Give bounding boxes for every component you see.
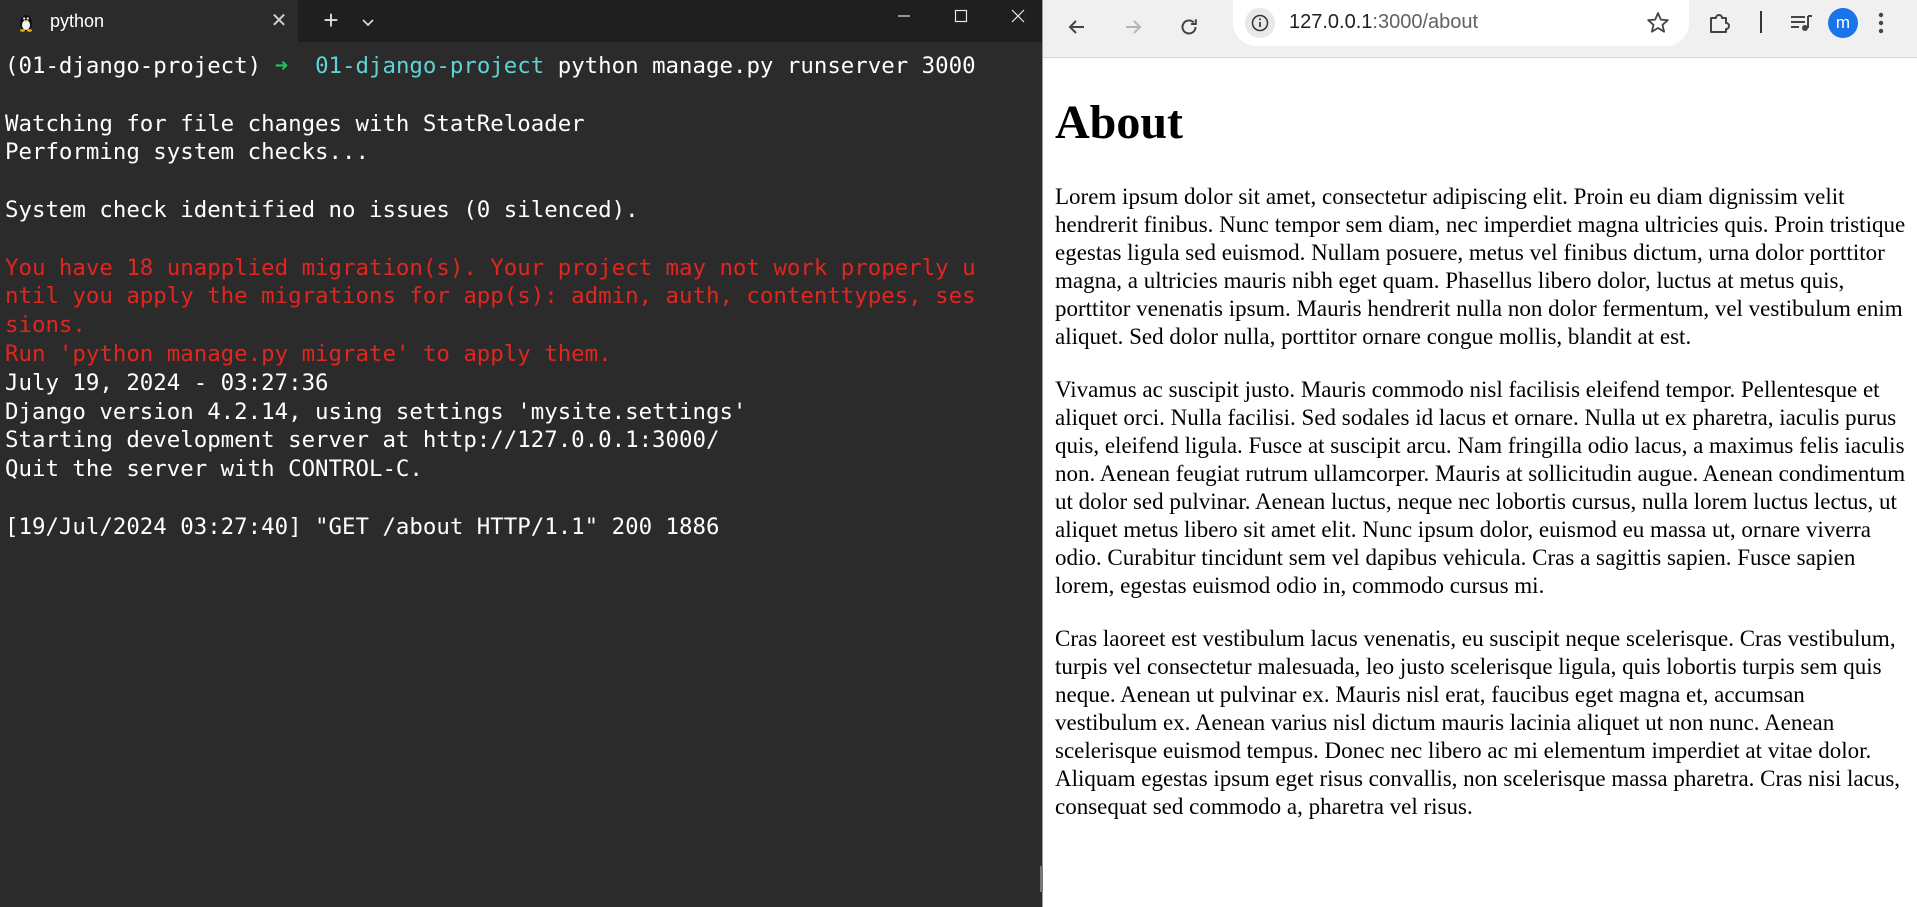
site-info-button[interactable] [1245, 8, 1275, 38]
terminal-tab-title: python [50, 11, 105, 31]
terminal-text-segment: Run 'python manage.py migrate' to apply … [5, 340, 612, 367]
page-content: About Lorem ipsum dolor sit amet, consec… [1055, 96, 1907, 846]
reload-button[interactable] [1171, 9, 1207, 45]
toolbar-separator [1760, 11, 1762, 33]
terminal-text-segment: 01-django-project [315, 53, 545, 79]
terminal-text-segment: Starting development server at http://12… [5, 427, 720, 454]
minimize-button[interactable] [876, 0, 932, 32]
terminal-line: System check identified no issues (0 sil… [5, 196, 1035, 225]
terminal-line: Watching for file changes with StatReloa… [5, 110, 1035, 139]
more-vertical-icon [1878, 12, 1884, 34]
browser-toolbar: 127.0.0.1:3000/about m [1043, 0, 1917, 58]
terminal-text-segment: [19/Jul/2024 03:27:40] "GET /about HTTP/… [5, 513, 720, 540]
terminal-output[interactable]: (01-django-project) ➜ 01-django-project … [5, 52, 1035, 542]
paragraph-2: Vivamus ac suscipit justo. Mauris commod… [1055, 377, 1906, 598]
maximize-button[interactable] [933, 0, 989, 32]
terminal-line: July 19, 2024 - 03:27:36 [5, 369, 1035, 398]
terminal-line: Quit the server with CONTROL-C. [5, 455, 1035, 484]
close-window-button[interactable] [990, 0, 1042, 32]
url-text[interactable]: 127.0.0.1:3000/about [1289, 11, 1478, 34]
terminal-text-segment: ntil you apply the migrations for app(s)… [5, 283, 976, 310]
chevron-down-icon[interactable] [358, 12, 378, 32]
page-title: About [1055, 96, 1184, 149]
paragraph-3: Cras laoreet est vestibulum lacus venena… [1055, 626, 1901, 819]
terminal-line: sions. [5, 311, 1035, 340]
terminal-tab[interactable]: python ✕ [0, 0, 298, 42]
terminal-line: [19/Jul/2024 03:27:40] "GET /about HTTP/… [5, 513, 1035, 542]
terminal-text-segment: You have 18 unapplied migration(s). Your… [5, 254, 976, 281]
arrow-left-icon [1068, 20, 1084, 34]
terminal-text-segment: July 19, 2024 - 03:27:36 [5, 369, 329, 396]
media-controls-button[interactable] [1785, 7, 1817, 39]
profile-avatar[interactable]: m [1828, 8, 1858, 38]
paragraph-1: Lorem ipsum dolor sit amet, consectetur … [1055, 184, 1906, 349]
terminal-line: Django version 4.2.14, using settings 'm… [5, 398, 1035, 427]
terminal-line: Starting development server at http://12… [5, 426, 1035, 455]
back-button[interactable] [1059, 9, 1095, 45]
new-tab-icon[interactable]: + [318, 7, 344, 34]
terminal-line: (01-django-project) ➜ 01-django-project … [5, 52, 1035, 81]
terminal-text-segment: Watching for file changes with StatReloa… [5, 110, 585, 137]
arrow-right-icon [1126, 20, 1142, 34]
terminal-text-segment: Quit the server with CONTROL-C. [5, 456, 423, 483]
terminal-text-segment: (01-django-project) [5, 53, 275, 79]
terminal-line: You have 18 unapplied migration(s). Your… [5, 254, 1035, 283]
terminal-text-segment: System check identified no issues (0 sil… [5, 196, 639, 223]
url-path: :3000/about [1372, 11, 1479, 33]
terminal-window: python ✕ + (01-django-project) ➜ 01-djan… [0, 0, 1042, 907]
extensions-button[interactable] [1703, 7, 1735, 39]
star-icon[interactable] [1645, 10, 1671, 36]
url-host: 127.0.0.1 [1289, 11, 1373, 33]
address-bar[interactable]: 127.0.0.1:3000/about [1233, 0, 1689, 46]
terminal-text-segment: Performing system checks... [5, 139, 369, 166]
reload-icon [1181, 19, 1197, 35]
forward-button[interactable] [1115, 9, 1151, 45]
queue-music-icon [1791, 15, 1812, 31]
terminal-line: ntil you apply the migrations for app(s)… [5, 282, 1035, 311]
terminal-line: Performing system checks... [5, 138, 1035, 167]
terminal-text-segment: python manage.py runserver 3000 [544, 53, 976, 79]
linux-penguin-icon [20, 15, 32, 32]
browser-menu-button[interactable] [1865, 7, 1897, 39]
close-tab-icon[interactable]: ✕ [268, 10, 290, 32]
terminal-text-segment: sions. [5, 312, 86, 339]
puzzle-icon [1710, 14, 1730, 33]
info-icon [1251, 14, 1269, 32]
terminal-line: Run 'python manage.py migrate' to apply … [5, 340, 1035, 369]
terminal-text-segment: ➜ [274, 53, 316, 79]
browser-window: 127.0.0.1:3000/about m About Lorem ipsum… [1043, 0, 1917, 907]
terminal-titlebar: python ✕ + [0, 0, 1042, 42]
terminal-text-segment: Django version 4.2.14, using settings 'm… [5, 398, 747, 425]
